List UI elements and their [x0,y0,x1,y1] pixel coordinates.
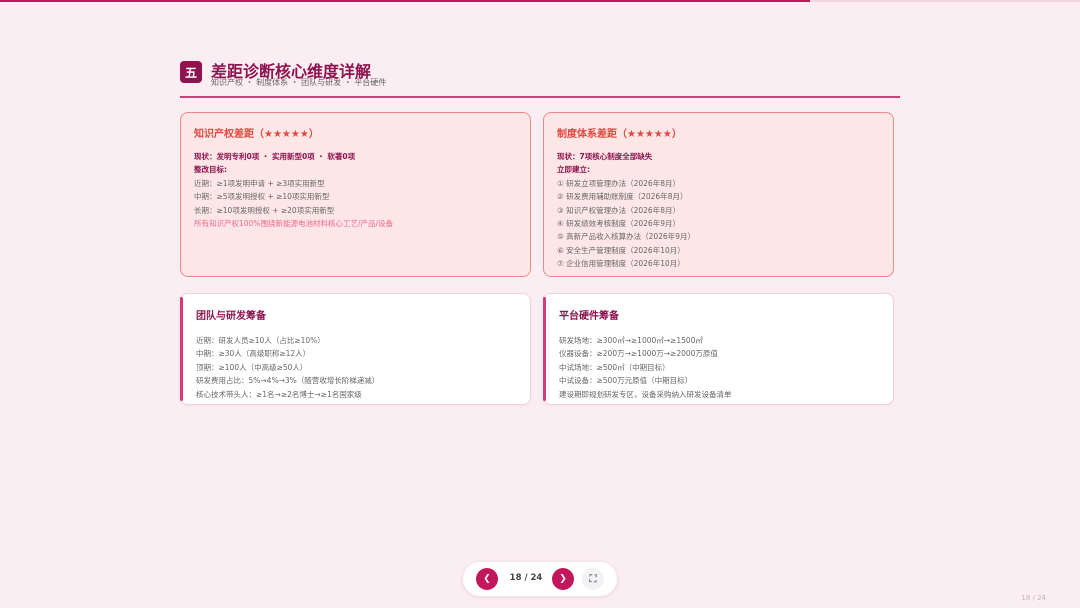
system-item: ⑥ 安全生产管理制度（2026年10月） [557,245,685,255]
header-divider [180,96,900,98]
chevron-left-icon: ❮ [483,574,491,584]
team-line: 中期：≥30人（高级职称≥12人） [196,349,311,359]
card-accent-bar [543,297,546,401]
team-line: 核心技术带头人：≥1名→≥2名博士→≥1名国家级 [196,389,362,399]
chevron-right-icon: ❯ [559,574,567,584]
system-item: ⑤ 高新产品收入核算办法（2026年9月） [557,232,695,242]
team-line: 研发费用占比：5%→4%→3%（随营收增长阶梯递减） [196,376,380,386]
card-accent-bar [180,297,183,401]
fullscreen-icon: ⛶ [589,573,597,585]
hardware-card: 平台硬件筹备 研发场地：≥300㎡→≥1000㎡→≥1500㎡ 仪器设备：≥20… [543,293,894,405]
ip-status: 现状：发明专利0项 ・ 实用新型0项 ・ 软著0项 [194,152,356,161]
prev-slide-button[interactable]: ❮ [476,568,498,590]
ip-line-mid: 中期：≥5项发明授权 + ≥10项实用新型 [194,192,330,202]
system-item: ① 研发立项管理办法（2026年8月） [557,178,680,188]
hardware-line: 中试设备：≥500万元原值（中期目标） [559,376,693,386]
hardware-line: 中试场地：≥500㎡（中期目标） [559,362,670,372]
ip-note: 所有知识产权100%围绕新能源电池材料核心工艺/产品/设备 [194,219,393,229]
section-number-badge: 五 [180,61,202,83]
system-status: 现状：7项核心制度全部缺失 [557,152,653,161]
system-item: ② 研发费用辅助账制度（2026年8月） [557,192,688,202]
fullscreen-button[interactable]: ⛶ [582,568,604,590]
next-slide-button[interactable]: ❯ [552,568,574,590]
corner-page-number: 18 / 24 [1021,594,1046,602]
hardware-line: 建设期即规划研发专区，设备采购纳入研发设备清单 [559,389,732,399]
hardware-title: 平台硬件筹备 [559,311,619,322]
team-title: 团队与研发筹备 [196,311,266,322]
team-line: 顶期：≥100人（中高级≥50人） [196,362,308,372]
system-item: ④ 研发绩效考核制度（2026年9月） [557,219,680,229]
system-gap-title: 制度体系差距（★★★★★） [557,129,682,140]
ip-gap-title: 知识产权差距（★★★★★） [194,129,319,140]
page-subtitle: 知识产权 ・ 制度体系 ・ 团队与研发 ・ 平台硬件 [211,78,387,87]
hardware-line: 仪器设备：≥200万→≥1000万→≥2000万原值 [559,349,718,359]
system-gap-card: 制度体系差距（★★★★★） 现状：7项核心制度全部缺失 立即建立: ① 研发立项… [543,112,894,277]
ip-target-heading: 整改目标: [194,165,227,175]
system-item: ③ 知识产权管理办法（2026年8月） [557,205,680,215]
system-item: ⑦ 企业信用管理制度（2026年10月） [557,259,685,269]
system-target-heading: 立即建立: [557,165,590,175]
team-card: 团队与研发筹备 近期：研发人员≥10人（占比≥10%） 中期：≥30人（高级职称… [180,293,531,405]
ip-gap-card: 知识产权差距（★★★★★） 现状：发明专利0项 ・ 实用新型0项 ・ 软著0项 … [180,112,531,277]
progress-track [0,0,1080,2]
progress-bar [0,0,810,2]
slide-counter: 18 / 24 [509,573,543,583]
team-line: 近期：研发人员≥10人（占比≥10%） [196,336,325,345]
hardware-line: 研发场地：≥300㎡→≥1000㎡→≥1500㎡ [559,336,703,345]
ip-line-near: 近期：≥1项发明申请 + ≥3项实用新型 [194,178,325,188]
slide-pager: ❮ 18 / 24 ❯ ⛶ [463,562,617,596]
ip-line-long: 长期：≥10项发明授权 + ≥20项实用新型 [194,205,335,215]
